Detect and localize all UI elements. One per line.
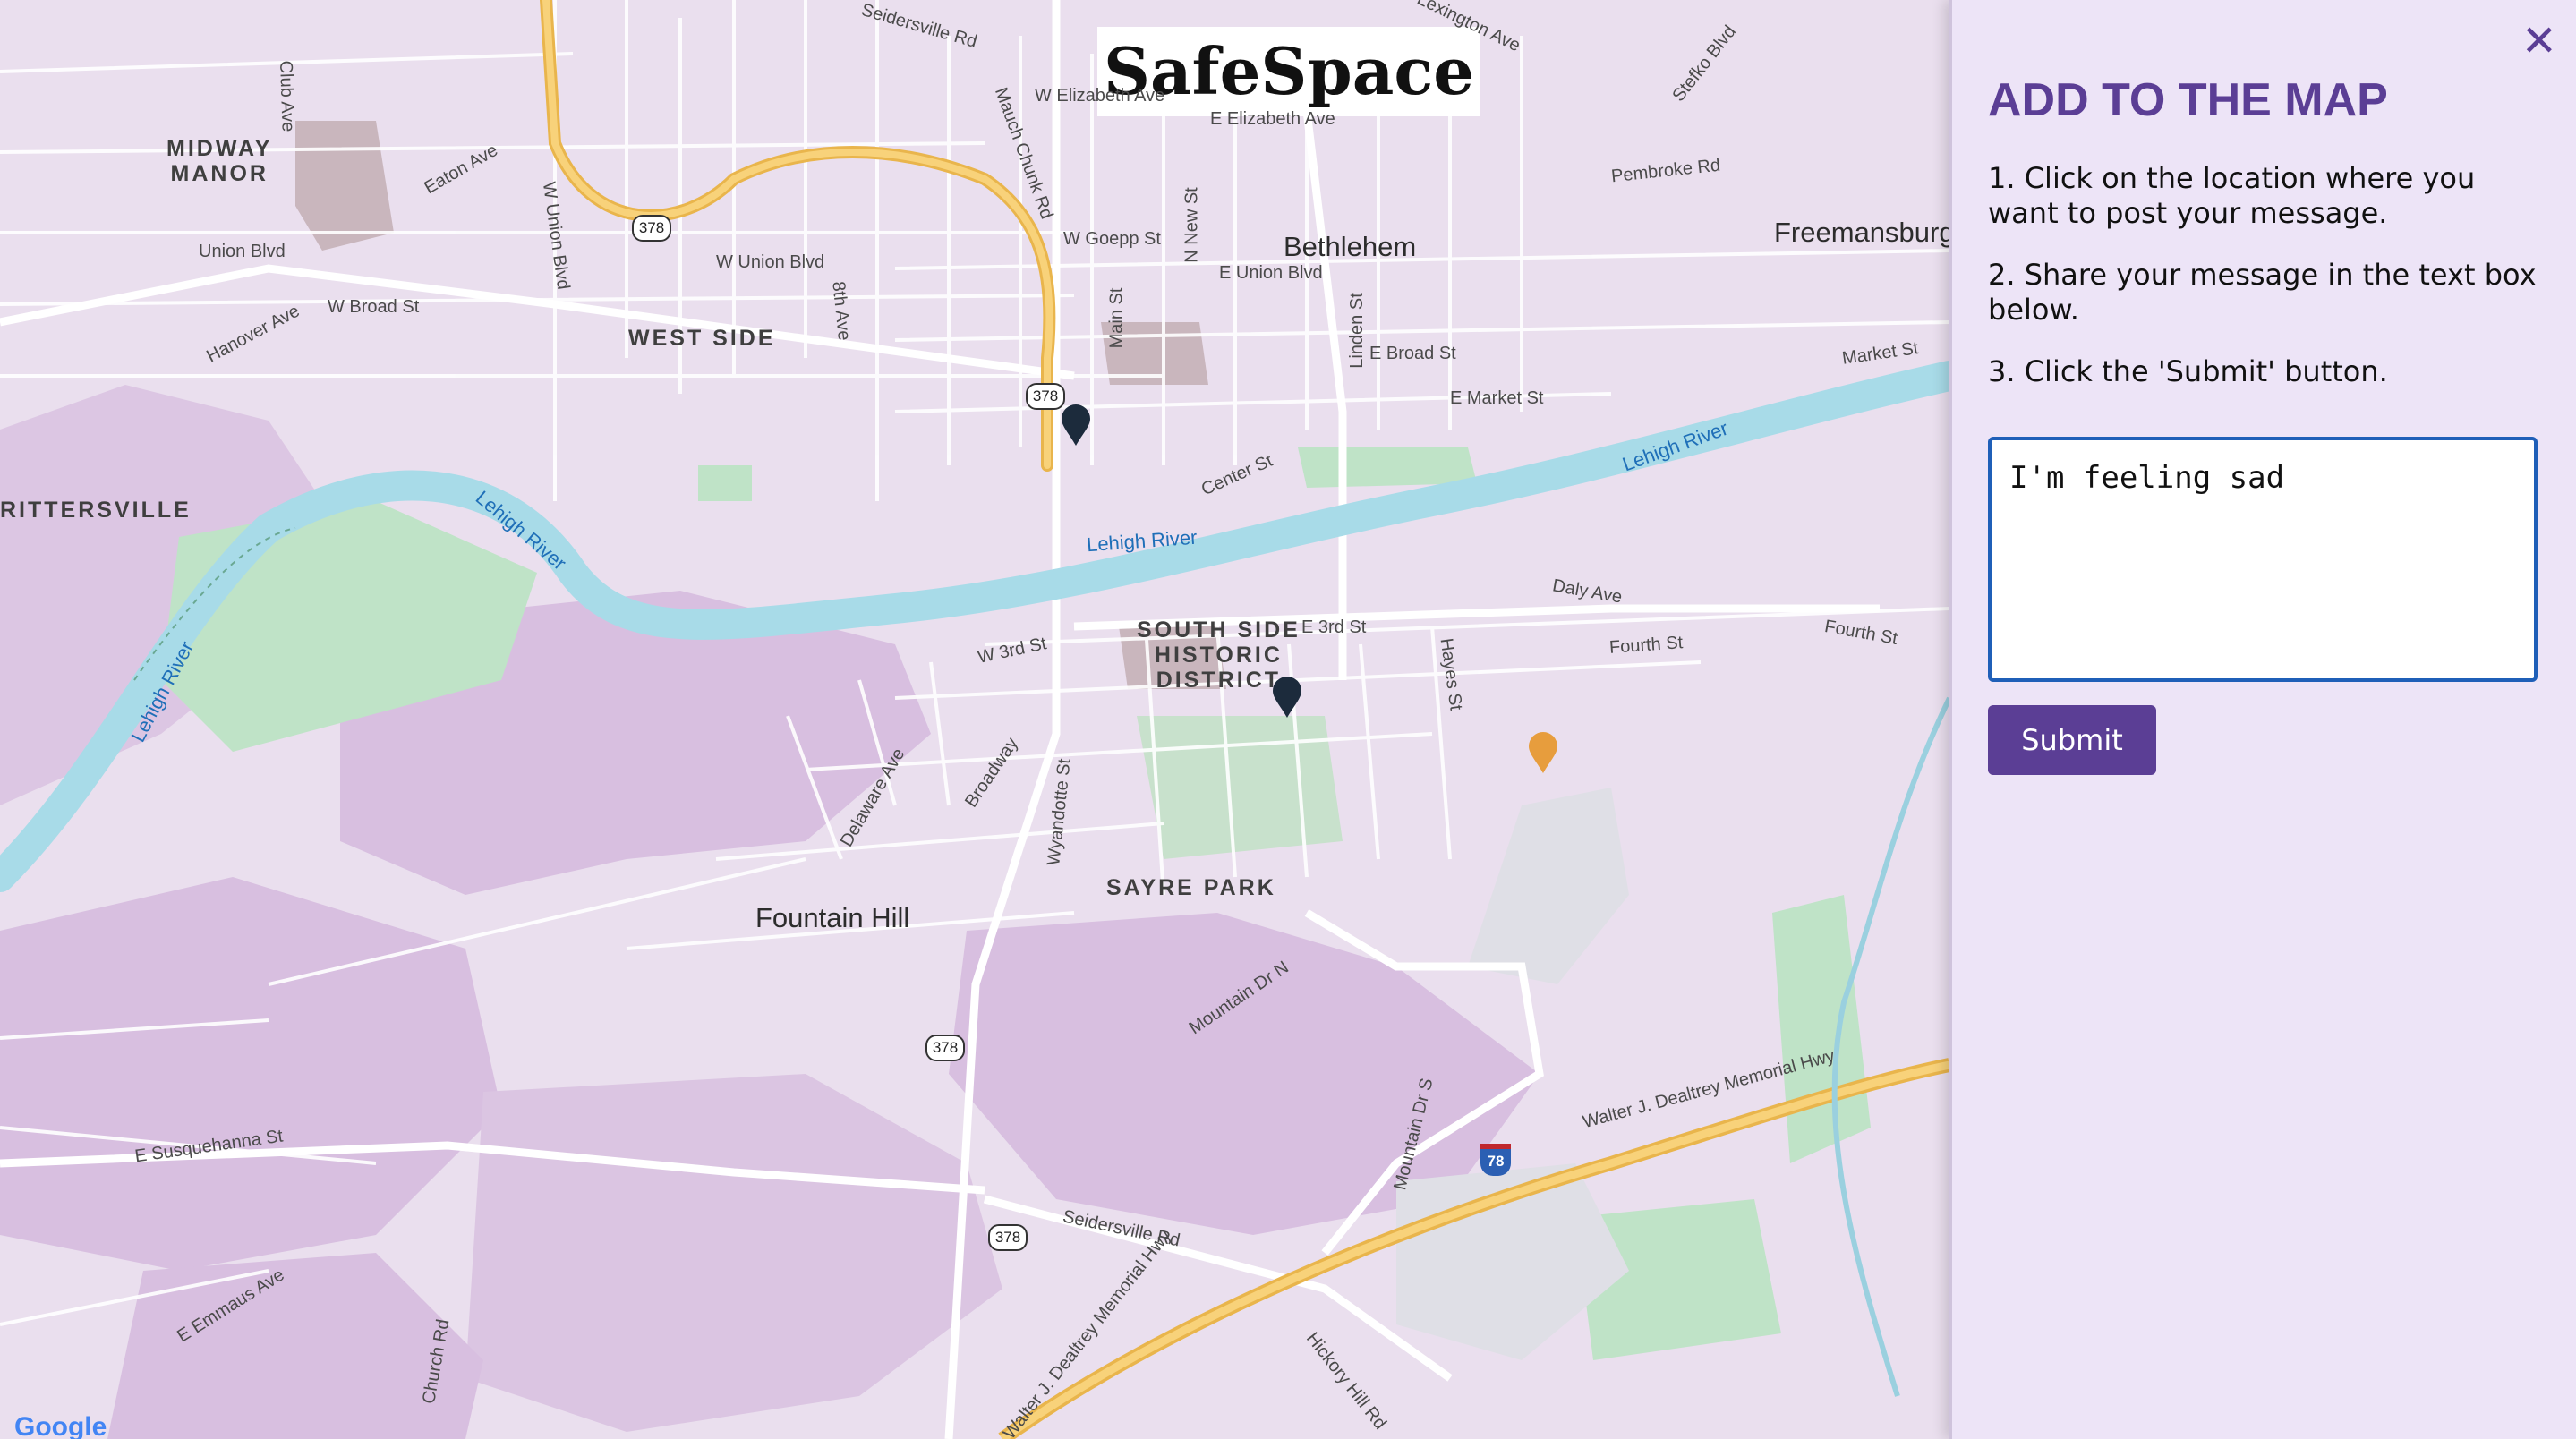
- label-e-broad-st: E Broad St: [1369, 344, 1456, 363]
- instruction-step-1: 1. Click on the location where you want …: [1988, 161, 2476, 230]
- label-w-goepp-st: W Goepp St: [1063, 229, 1161, 249]
- label-w-union-blvd-2: W Union Blvd: [716, 252, 825, 272]
- label-e-3rd-st: E 3rd St: [1301, 617, 1367, 637]
- map-pin-orange[interactable]: [1527, 732, 1559, 775]
- message-textarea[interactable]: I'm feeling sad: [1988, 437, 2538, 682]
- map-canvas[interactable]: SafeSpace Bethlehem Freemansburg Fountai…: [0, 0, 1949, 1439]
- map-pin-dark-2[interactable]: [1271, 677, 1303, 720]
- submit-button[interactable]: Submit: [1988, 705, 2156, 775]
- label-e-market-st: E Market St: [1450, 388, 1544, 408]
- label-linden-st: Linden St: [1346, 293, 1367, 369]
- label-midway-manor: MIDWAY MANOR: [166, 136, 273, 186]
- instruction-step-3: 3. Click the 'Submit' button.: [1988, 354, 2388, 388]
- label-n-new-st: N New St: [1181, 187, 1202, 263]
- label-main-st: Main St: [1106, 287, 1127, 349]
- label-e-elizabeth-ave: E Elizabeth Ave: [1210, 109, 1335, 129]
- label-bethlehem: Bethlehem: [1284, 231, 1417, 262]
- route-378-shield: 378: [632, 215, 671, 242]
- map-base-layer: [0, 0, 1949, 1439]
- panel-title: ADD TO THE MAP: [1988, 74, 2388, 126]
- label-club-ave: Club Ave: [275, 60, 298, 132]
- label-sayre-park: SAYRE PARK: [1106, 875, 1276, 900]
- instruction-step-2: 2. Share your message in the text box be…: [1988, 258, 2537, 327]
- google-logo[interactable]: Google: [14, 1412, 107, 1439]
- label-freemansburg: Freemansburg: [1774, 217, 1949, 248]
- interstate-78-shield: 78: [1480, 1144, 1511, 1176]
- label-union-blvd: Union Blvd: [199, 242, 286, 261]
- label-e-union-blvd: E Union Blvd: [1219, 263, 1323, 283]
- map-pin-dark-1[interactable]: [1060, 404, 1092, 447]
- label-rittersville: RITTERSVILLE: [0, 498, 192, 523]
- close-icon[interactable]: ✕: [2521, 16, 2557, 66]
- label-w-broad-st: W Broad St: [328, 297, 420, 317]
- route-378-shield: 378: [925, 1035, 965, 1061]
- label-w-elizabeth-ave: W Elizabeth Ave: [1035, 86, 1165, 106]
- label-west-side: WEST SIDE: [628, 326, 776, 351]
- route-378-shield: 378: [988, 1224, 1028, 1251]
- label-fountain-hill: Fountain Hill: [755, 902, 910, 933]
- add-to-map-panel: ✕ ADD TO THE MAP 1. Click on the locatio…: [1949, 0, 2576, 1439]
